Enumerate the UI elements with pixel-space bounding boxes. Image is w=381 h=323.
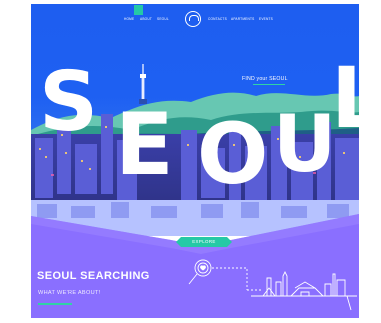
hero-letter-s: S xyxy=(39,55,99,150)
hero-letter-u: U xyxy=(273,100,337,190)
hero-letter-o: O xyxy=(197,105,269,203)
logo-badge[interactable] xyxy=(134,5,143,15)
nav-item-apartments[interactable]: APARTMENTS xyxy=(231,17,255,21)
hero-letter-e: E xyxy=(115,95,174,195)
page: S E O U L HOME ABOUT SEOUL CONTACTS APAR… xyxy=(0,0,381,323)
section-title: SEOUL SEARCHING xyxy=(37,270,150,282)
nav-item-seoul[interactable]: SEOUL xyxy=(157,17,169,21)
emblem-icon[interactable] xyxy=(185,11,201,27)
nav-item-about[interactable]: ABOUT xyxy=(140,17,152,21)
hero-letter-l: L xyxy=(331,49,359,147)
hero-tagline[interactable]: FIND your SEOUL xyxy=(242,76,288,82)
nav-item-events[interactable]: EVENTS xyxy=(259,17,273,21)
tagline-underline xyxy=(253,84,285,85)
landmark-line-illustration xyxy=(188,259,357,311)
nav-item-home[interactable]: HOME xyxy=(124,17,134,21)
section-underline xyxy=(38,303,72,305)
explore-button[interactable]: EXPLORE xyxy=(176,237,232,247)
website-frame: S E O U L HOME ABOUT SEOUL CONTACTS APAR… xyxy=(31,4,359,318)
section-subtitle: WHAT WE'RE ABOUT! xyxy=(38,290,101,296)
nav-item-contacts[interactable]: CONTACTS xyxy=(208,17,227,21)
